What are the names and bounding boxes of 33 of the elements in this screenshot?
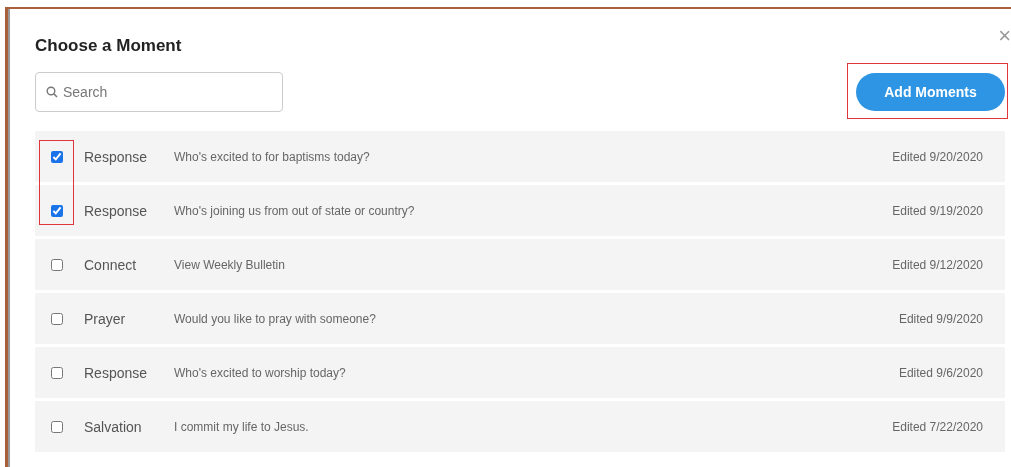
moment-row[interactable]: Salvation I commit my life to Jesus. Edited 7/22/2020 (35, 401, 1005, 452)
moment-category: Salvation (84, 418, 143, 435)
moment-row[interactable]: Prayer Would you like to pray with someone? Edited 9/9/2020 (35, 293, 1005, 344)
moment-category: Prayer (84, 310, 127, 327)
edited-date: Edited 9/12/2020 (892, 257, 983, 272)
checkbox[interactable] (51, 204, 63, 217)
moment-category: Connect (84, 256, 138, 273)
checkbox[interactable] (51, 366, 63, 379)
edited-date: Edited 9/19/2020 (892, 203, 983, 218)
moment-row[interactable]: Response Who's excited to worship today? Edited 9/6/2020 (35, 347, 1005, 398)
moment-text: Would you like to pray with someone? (174, 311, 377, 326)
dialog-title: Choose a Moment (35, 36, 182, 56)
checkbox[interactable] (51, 258, 63, 271)
moment-text: I commit my life to Jesus. (174, 419, 310, 434)
moment-category: Response (84, 202, 149, 219)
moment-text: Who's joining us from out of state or country? (174, 203, 416, 218)
edited-date: Edited 9/6/2020 (898, 365, 983, 380)
moment-category: Response (84, 364, 149, 381)
checkbox[interactable] (51, 420, 63, 433)
checkbox[interactable] (51, 312, 63, 325)
edited-date: Edited 7/22/2020 (892, 419, 983, 434)
moment-category: Response (84, 148, 149, 165)
edited-date: Edited 9/20/2020 (892, 149, 983, 164)
moment-text: View Weekly Bulletin (174, 257, 286, 272)
moment-row[interactable]: Response Who's joining us from out of state or country? Edited 9/19/2020 (35, 185, 1005, 236)
moment-text: Who's excited to for baptisms today? (174, 149, 371, 164)
moment-row[interactable]: Connect View Weekly Bulletin Edited 9/12/2020 (35, 239, 1005, 290)
search-icon (46, 86, 58, 98)
search-field[interactable]: Search (35, 72, 283, 112)
checkbox[interactable] (51, 150, 63, 163)
edited-date: Edited 9/9/2020 (898, 311, 983, 326)
moment-text: Who's excited to worship today? (174, 365, 347, 380)
moment-row[interactable]: Response Who's excited to for baptisms today? Edited 9/20/2020 (35, 131, 1005, 182)
